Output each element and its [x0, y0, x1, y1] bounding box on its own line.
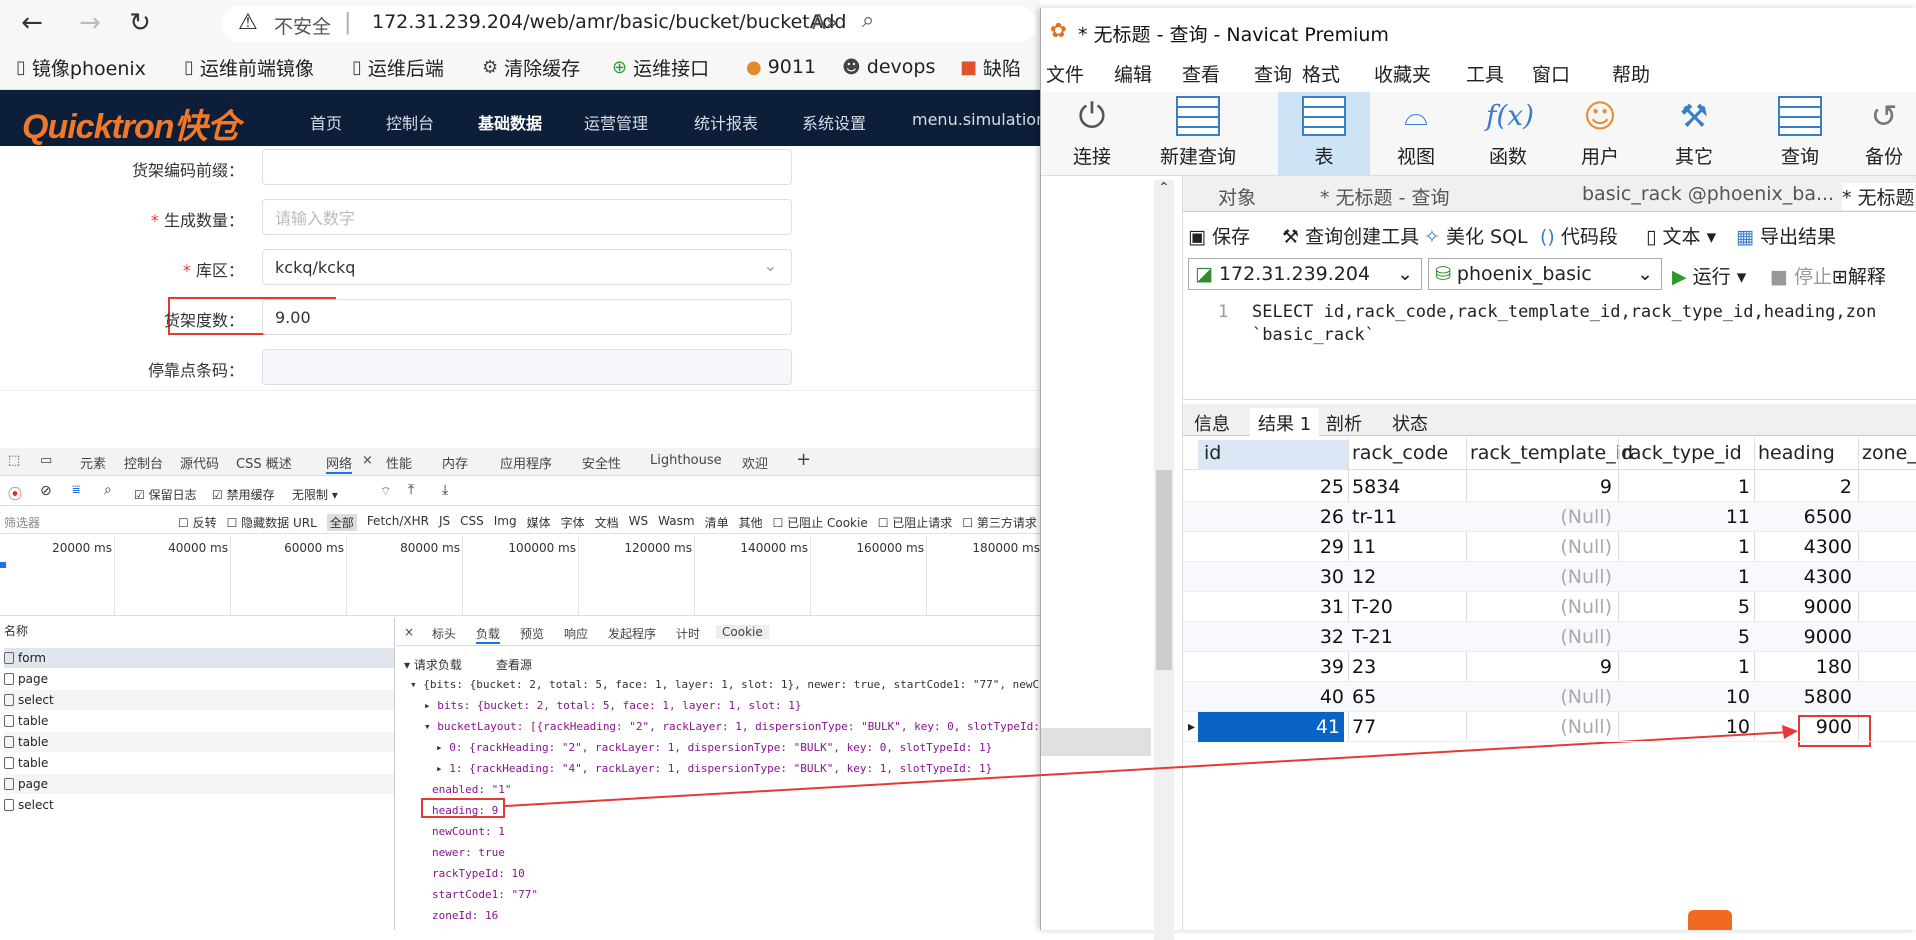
table-cell[interactable]: tr-11: [1352, 502, 1464, 532]
table-cell[interactable]: 11: [1622, 502, 1750, 532]
table-cell[interactable]: 39: [1198, 652, 1344, 682]
annotation-arrow: [504, 725, 1798, 807]
table-cell[interactable]: 9000: [1758, 592, 1852, 622]
table-cell[interactable]: 4300: [1758, 562, 1852, 592]
table-cell[interactable]: 12: [1352, 562, 1464, 592]
table-cell[interactable]: (Null): [1470, 592, 1612, 622]
table-cell[interactable]: 41: [1198, 712, 1344, 742]
table-cell[interactable]: 9: [1470, 652, 1612, 682]
table-cell[interactable]: 2: [1758, 472, 1852, 502]
table-cell[interactable]: (Null): [1470, 532, 1612, 562]
table-cell[interactable]: 10: [1622, 712, 1750, 742]
csdn-badge-icon: [1688, 910, 1732, 930]
table-cell[interactable]: T-20: [1352, 592, 1464, 622]
current-row-marker-icon: ▸: [1188, 719, 1196, 735]
table-cell[interactable]: 1: [1622, 532, 1750, 562]
table-cell[interactable]: 32: [1198, 622, 1344, 652]
table-cell[interactable]: 31: [1198, 592, 1344, 622]
table-cell[interactable]: 40: [1198, 682, 1344, 712]
table-cell[interactable]: 1: [1622, 562, 1750, 592]
table-cell[interactable]: 26: [1198, 502, 1344, 532]
table-cell[interactable]: 10: [1622, 682, 1750, 712]
table-cell[interactable]: 9000: [1758, 622, 1852, 652]
table-cell[interactable]: 5800: [1758, 682, 1852, 712]
table-cell[interactable]: (Null): [1470, 562, 1612, 592]
table-cell[interactable]: 1: [1622, 652, 1750, 682]
table-cell[interactable]: (Null): [1470, 712, 1612, 742]
table-cell[interactable]: 9: [1470, 472, 1612, 502]
table-cell[interactable]: T-21: [1352, 622, 1464, 652]
table-cell[interactable]: 900: [1758, 712, 1852, 742]
table-cell[interactable]: 65: [1352, 682, 1464, 712]
table-cell[interactable]: 29: [1198, 532, 1344, 562]
table-cell[interactable]: 25: [1198, 472, 1344, 502]
table-cell[interactable]: 77: [1352, 712, 1464, 742]
table-cell[interactable]: 5: [1622, 592, 1750, 622]
table-cell[interactable]: 23: [1352, 652, 1464, 682]
table-cell[interactable]: 5: [1622, 622, 1750, 652]
table-cell[interactable]: (Null): [1470, 502, 1612, 532]
table-cell[interactable]: 180: [1758, 652, 1852, 682]
table-cell[interactable]: 1: [1622, 472, 1750, 502]
table-cell[interactable]: 4300: [1758, 532, 1852, 562]
table-cell[interactable]: 30: [1198, 562, 1344, 592]
table-cell[interactable]: 5834: [1352, 472, 1464, 502]
table-cell[interactable]: (Null): [1470, 682, 1612, 712]
table-cell[interactable]: 11: [1352, 532, 1464, 562]
table-cell[interactable]: 6500: [1758, 502, 1852, 532]
table-cell[interactable]: (Null): [1470, 622, 1612, 652]
